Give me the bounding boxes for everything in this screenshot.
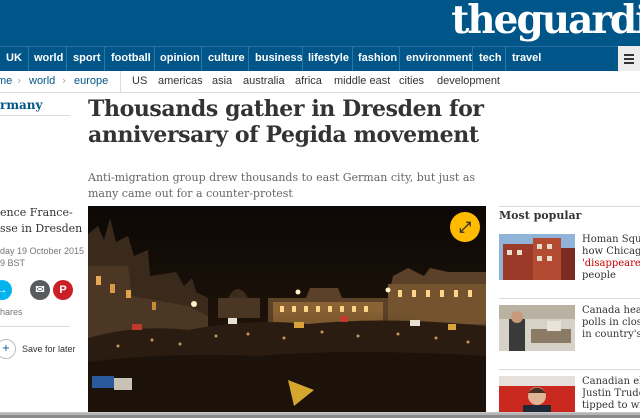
nav-separator <box>28 47 29 72</box>
polling-station-thumbnail <box>499 305 575 351</box>
nav-separator <box>154 47 155 72</box>
divider <box>0 115 70 116</box>
chevron-right-icon: › <box>17 74 22 87</box>
bookmark-icon[interactable]: + <box>0 339 16 359</box>
nav-separator <box>472 47 473 72</box>
nav-separator <box>302 47 303 72</box>
most-popular-title: Most popular <box>499 209 582 222</box>
subnav-item-middle-east[interactable]: middle east <box>334 75 390 87</box>
breadcrumb-world[interactable]: world <box>29 75 55 87</box>
save-for-later-link[interactable]: Save for later <box>22 344 76 354</box>
nav-separator <box>66 47 67 72</box>
dateline: day 19 October 2015 9 BST <box>0 245 84 269</box>
subnav-item-asia[interactable]: asia <box>212 75 232 87</box>
os-dock <box>0 412 640 418</box>
most-popular-headline: Homan Squar how Chicago 'disappeared' pe… <box>582 234 640 281</box>
expand-arrows-icon[interactable]: ⤢ <box>450 212 480 242</box>
masthead: theguardi <box>0 0 640 46</box>
breadcrumb-europe[interactable]: europe <box>74 75 108 87</box>
subnav-item-development[interactable]: development <box>437 75 500 87</box>
divider <box>0 326 70 327</box>
publish-time: 9 BST <box>0 258 26 268</box>
guardian-logo[interactable]: theguardi <box>451 0 640 43</box>
nav-item-travel[interactable]: travel <box>512 52 541 64</box>
divider <box>499 369 640 370</box>
subnav-item-americas[interactable]: americas <box>158 75 203 87</box>
email-icon[interactable]: ✉ <box>30 280 50 300</box>
nav-item-lifestyle[interactable]: lifestyle <box>308 52 349 64</box>
nav-item-football[interactable]: football <box>111 52 151 64</box>
subnav-item-africa[interactable]: africa <box>295 75 322 87</box>
most-popular-item[interactable]: Canada heads polls in closes in country'… <box>499 305 640 363</box>
article-standfirst: Anti-migration group drew thousands to e… <box>88 171 476 200</box>
nav-separator <box>352 47 353 72</box>
nav-separator <box>248 47 249 72</box>
most-popular-headline: Canadian elec Justin Trudea tipped to wi… <box>582 376 640 411</box>
share-count-label: hares <box>0 307 23 317</box>
related-line-1: ence France- <box>0 206 73 219</box>
nav-item-sport[interactable]: sport <box>73 52 101 64</box>
most-popular-headline: Canada heads polls in closes in country'… <box>582 305 640 340</box>
nav-item-uk[interactable]: UK <box>6 52 22 64</box>
article-headline: Thousands gather in Dresden for annivers… <box>88 96 484 148</box>
dock-highlight <box>0 413 640 415</box>
nav-separator <box>399 47 400 72</box>
nav-item-environment[interactable]: environment <box>406 52 472 64</box>
related-link[interactable]: ence France- sse in Dresden <box>0 205 82 237</box>
nav-item-world[interactable]: world <box>34 52 63 64</box>
nav-item-culture[interactable]: culture <box>208 52 245 64</box>
related-line-2: sse in Dresden <box>0 222 83 235</box>
divider <box>499 206 640 207</box>
breadcrumb-home[interactable]: me <box>0 75 12 87</box>
nav-item-fashion[interactable]: fashion <box>358 52 397 64</box>
nav-item-tech[interactable]: tech <box>479 52 502 64</box>
primary-nav: UK world sport football opinion culture … <box>0 46 640 72</box>
divider <box>499 298 640 299</box>
article-meta-column: rmany ence France- sse in Dresden day 19… <box>0 93 84 418</box>
chevron-right-icon: › <box>62 74 67 87</box>
nav-item-opinion[interactable]: opinion <box>160 52 200 64</box>
building-thumbnail <box>499 234 575 280</box>
publish-date: day 19 October 2015 <box>0 246 85 256</box>
twitter-icon[interactable]: → <box>0 280 12 300</box>
most-popular-item[interactable]: Homan Squar how Chicago 'disappeared' pe… <box>499 234 640 292</box>
nav-separator <box>104 47 105 72</box>
subnav-item-australia[interactable]: australia <box>243 75 285 87</box>
subnav-divider <box>120 71 121 93</box>
subnav-item-us[interactable]: US <box>132 75 147 87</box>
sub-nav: me › world › europe US americas asia aus… <box>0 71 640 93</box>
nav-separator <box>201 47 202 72</box>
nav-separator <box>505 47 506 72</box>
menu-button[interactable] <box>618 46 640 71</box>
nav-item-business[interactable]: business <box>255 52 303 64</box>
subnav-item-cities[interactable]: cities <box>399 75 424 87</box>
section-label[interactable]: rmany <box>0 98 43 112</box>
pinterest-icon[interactable]: P <box>53 280 73 300</box>
article-main-image[interactable] <box>88 206 486 418</box>
most-popular-panel: Most popular Homan Squar how Chicago 'di… <box>499 206 640 418</box>
